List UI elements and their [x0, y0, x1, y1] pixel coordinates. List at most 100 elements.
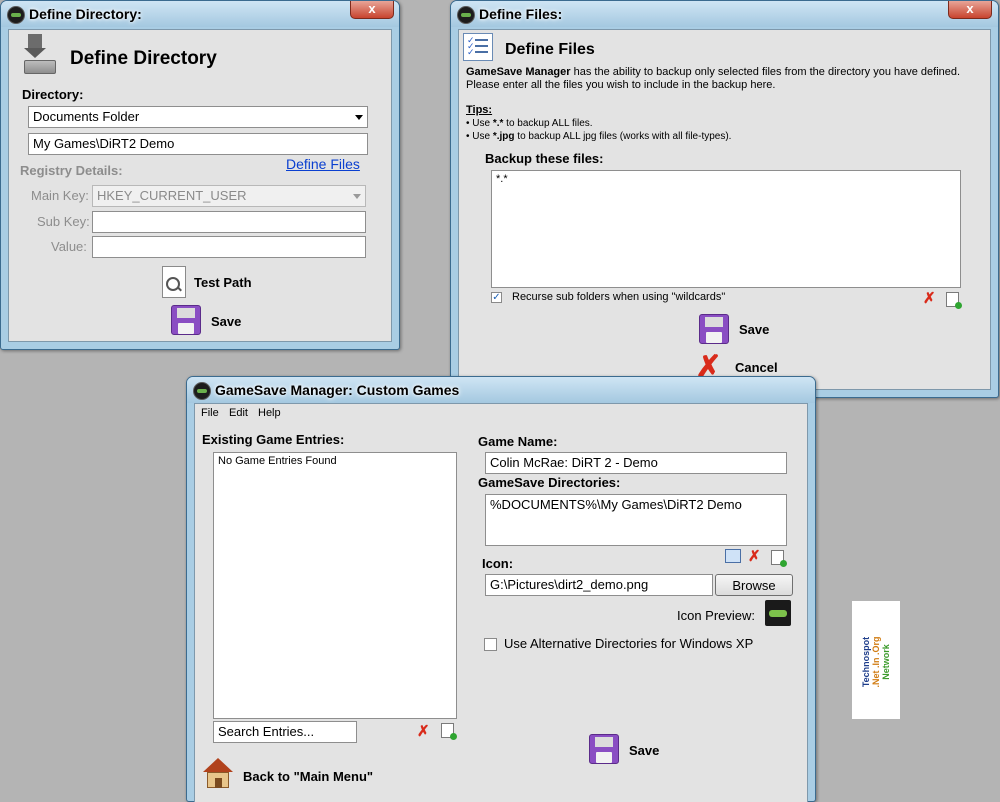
custom-games-titlebar[interactable]: GameSave Manager: Custom Games — [187, 377, 815, 403]
value-label: Value: — [51, 239, 87, 254]
tips-label: Tips: — [466, 104, 493, 116]
computer-icon[interactable] — [725, 549, 741, 563]
icon-path-input[interactable]: G:\Pictures\dirt2_demo.png — [485, 574, 713, 596]
tip-1-prefix: Use — [472, 118, 493, 129]
home-icon — [202, 758, 234, 790]
add-directory-icon[interactable] — [771, 550, 787, 567]
browse-label: Browse — [732, 578, 776, 593]
menu-bar: File Edit Help — [195, 404, 807, 422]
game-name-label: Game Name: — [478, 434, 558, 449]
watermark-line-1: Technospot — [861, 636, 871, 688]
page-title: Define Directory — [70, 48, 217, 69]
menu-help[interactable]: Help — [258, 407, 281, 419]
watermark-line-2: .Net .In .Org — [871, 636, 881, 688]
delete-icon[interactable]: ✗ — [923, 289, 936, 307]
main-key-label: Main Key: — [31, 188, 89, 203]
directory-select-value: Documents Folder — [33, 109, 140, 124]
back-label: Back to "Main Menu" — [243, 769, 374, 784]
save-label: Save — [629, 743, 660, 758]
chevron-down-icon — [353, 194, 361, 199]
save-button[interactable]: Save — [171, 305, 251, 337]
alt-directories-label: Use Alternative Directories for Windows … — [504, 636, 754, 651]
test-path-label: Test Path — [194, 275, 252, 290]
hard-drive-download-icon — [24, 34, 56, 74]
empty-list-message: No Game Entries Found — [218, 455, 337, 467]
back-to-main-menu-button[interactable]: Back to "Main Menu" — [202, 758, 382, 792]
tip-2-pattern: *.jpg — [492, 131, 515, 142]
watermark-line-3: Network — [881, 644, 891, 680]
chevron-down-icon — [355, 115, 363, 120]
menu-edit[interactable]: Edit — [229, 407, 248, 419]
app-logo-icon — [457, 6, 475, 24]
add-entry-icon[interactable] — [441, 723, 457, 740]
search-entries-input[interactable]: Search Entries... — [213, 721, 357, 743]
description-text: has the ability to backup only selected … — [570, 66, 961, 78]
registry-details-label: Registry Details: — [20, 163, 123, 178]
magnifier-document-icon — [162, 266, 186, 298]
delete-directory-icon[interactable]: ✗ — [748, 547, 761, 565]
game-name-input[interactable]: Colin McRae: DiRT 2 - Demo — [485, 452, 787, 474]
gamesave-directories-textarea[interactable]: %DOCUMENTS%\My Games\DiRT2 Demo — [485, 494, 787, 546]
window-title: GameSave Manager: Custom Games — [215, 382, 460, 398]
close-button[interactable]: x — [350, 1, 394, 19]
app-logo-icon — [7, 6, 25, 24]
directory-label: Directory: — [22, 87, 84, 102]
tip-2: • Use *.jpg to backup ALL jpg files (wor… — [466, 131, 731, 142]
main-key-select[interactable]: HKEY_CURRENT_USER — [92, 185, 366, 207]
define-files-titlebar[interactable]: Define Files: x — [451, 1, 998, 27]
directory-select[interactable]: Documents Folder — [28, 106, 368, 128]
close-button[interactable]: x — [948, 1, 992, 19]
sub-key-label: Sub Key: — [37, 214, 90, 229]
brand-name: GameSave Manager — [466, 66, 571, 78]
technospot-watermark: Technospot .Net .In .Org Network — [852, 601, 900, 719]
directory-path-input[interactable]: My Games\DiRT2 Demo — [28, 133, 368, 155]
menu-file[interactable]: File — [201, 407, 219, 419]
gamesave-directories-label: GameSave Directories: — [478, 475, 621, 490]
game-entries-list[interactable]: No Game Entries Found — [213, 452, 457, 719]
window-title: Define Directory: — [29, 6, 142, 22]
description-line-1: GameSave Manager has the ability to back… — [466, 66, 960, 78]
save-button[interactable]: Save — [589, 734, 669, 768]
define-directory-window: Define Directory: x Define Directory Dir… — [0, 0, 400, 350]
tip-1: • Use *.* to backup ALL files. — [466, 118, 593, 129]
existing-entries-label: Existing Game Entries: — [202, 432, 345, 447]
save-label: Save — [211, 314, 242, 329]
page-title: Define Files — [505, 41, 595, 58]
alt-directories-checkbox[interactable] — [484, 638, 497, 651]
browse-button[interactable]: Browse — [715, 574, 793, 596]
tip-2-prefix: Use — [472, 131, 493, 142]
watermark-text: Technospot .Net .In .Org Network — [861, 602, 891, 722]
floppy-save-icon — [589, 734, 619, 764]
test-path-button[interactable]: Test Path — [162, 266, 262, 298]
window-title: Define Files: — [479, 6, 563, 22]
floppy-save-icon — [171, 305, 201, 335]
tip-1-pattern: *.* — [492, 118, 504, 129]
description-line-2: Please enter all the files you wish to i… — [466, 79, 776, 91]
dirt2-preview-icon — [765, 600, 791, 626]
main-key-value: HKEY_CURRENT_USER — [97, 188, 247, 203]
define-files-window: Define Files: x ✓ ✓ ✓ Define Files GameSav… — [450, 0, 999, 398]
add-file-icon[interactable] — [946, 292, 962, 309]
recurse-label: Recurse sub folders when using "wildcard… — [512, 291, 726, 303]
define-files-client: ✓ ✓ ✓ Define Files GameSave Manager has th… — [458, 29, 991, 390]
delete-entry-icon[interactable]: ✗ — [417, 722, 430, 740]
floppy-save-icon — [699, 314, 729, 344]
custom-games-window: GameSave Manager: Custom Games File Edit… — [186, 376, 816, 802]
save-label: Save — [739, 322, 770, 337]
icon-label: Icon: — [482, 556, 514, 571]
save-button[interactable]: Save — [699, 314, 779, 346]
icon-preview-label: Icon Preview: — [677, 608, 756, 623]
define-files-link[interactable]: Define Files — [286, 156, 360, 172]
backup-files-label: Backup these files: — [485, 151, 604, 166]
define-directory-client: Define Directory Directory: Documents Fo… — [8, 29, 392, 342]
recurse-checkbox[interactable]: ✓ — [491, 292, 502, 303]
tip-2-suffix: to backup ALL jpg files (works with all … — [514, 131, 732, 142]
tip-1-suffix: to backup ALL files. — [503, 118, 593, 129]
backup-files-textarea[interactable]: *.* — [491, 170, 961, 288]
app-logo-icon — [193, 382, 211, 400]
value-input[interactable] — [92, 236, 366, 258]
define-directory-titlebar[interactable]: Define Directory: x — [1, 1, 399, 27]
sub-key-input[interactable] — [92, 211, 366, 233]
checklist-icon: ✓ ✓ ✓ — [463, 33, 493, 61]
custom-games-client: File Edit Help Existing Game Entries: No… — [194, 403, 808, 802]
